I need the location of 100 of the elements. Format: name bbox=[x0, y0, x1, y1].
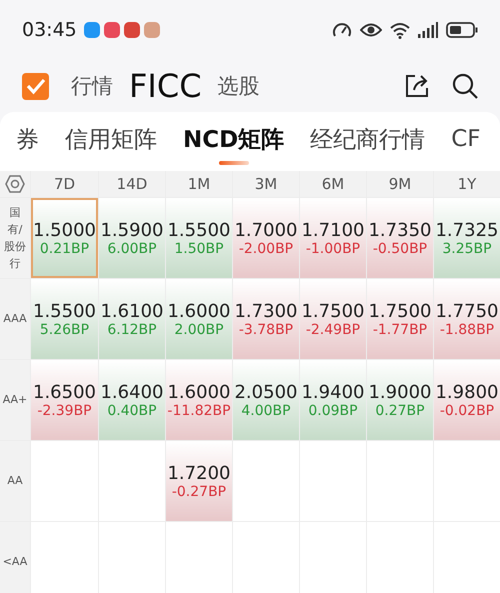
store-app-icon bbox=[104, 22, 120, 38]
quote-cell[interactable]: 1.7325 3.25BP bbox=[434, 198, 500, 278]
rate-value: 1.6100 bbox=[100, 300, 164, 322]
quote-cell[interactable]: 2.0500 4.00BP bbox=[232, 360, 299, 440]
header-tab[interactable]: 行情 bbox=[71, 72, 113, 100]
app-logo-icon[interactable] bbox=[22, 72, 49, 100]
header-tab[interactable]: FICC bbox=[129, 67, 202, 105]
message-app-icon bbox=[84, 22, 100, 38]
column-header: 6M bbox=[300, 171, 366, 197]
row-header-text: 国 bbox=[10, 204, 20, 221]
rate-value: 1.5900 bbox=[100, 220, 164, 240]
battery-icon bbox=[446, 22, 478, 38]
rate-change: 4.00BP bbox=[241, 402, 291, 418]
rate-change: 5.26BP bbox=[40, 322, 90, 338]
chat-app-icon bbox=[144, 22, 160, 38]
rate-value: 1.7325 bbox=[435, 220, 498, 240]
settings-icon[interactable] bbox=[5, 174, 25, 194]
rate-change: -2.39BP bbox=[37, 402, 92, 418]
rate-value: 1.7500 bbox=[301, 300, 364, 322]
rate-change: -2.49BP bbox=[306, 322, 360, 338]
rate-value: 1.7350 bbox=[368, 220, 432, 240]
row-header-text: AA bbox=[7, 473, 23, 490]
column-header: 9M bbox=[366, 171, 433, 197]
quote-cell[interactable]: 1.7000 -2.00BP bbox=[232, 198, 299, 278]
rate-change: -1.88BP bbox=[440, 322, 494, 338]
rate-change: 3.25BP bbox=[442, 240, 492, 256]
quote-cell[interactable]: 1.7100 -1.00BP bbox=[300, 198, 366, 278]
signal-icon bbox=[418, 22, 438, 38]
category-tab[interactable]: 信用矩阵 bbox=[65, 116, 157, 164]
quote-cell[interactable]: 1.7300 -3.78BP bbox=[232, 279, 299, 359]
column-header: 7D bbox=[31, 171, 98, 197]
quote-cell[interactable]: 1.5900 6.00BP bbox=[98, 198, 165, 278]
row-header-text: AAA bbox=[3, 311, 27, 328]
rate-change: -0.27BP bbox=[172, 484, 226, 500]
rate-value: 1.6400 bbox=[100, 382, 164, 402]
row-header-text: 行 bbox=[10, 256, 20, 272]
rate-change: -0.50BP bbox=[372, 240, 428, 256]
rate-value: 1.6000 bbox=[167, 382, 230, 402]
rate-change: 0.09BP bbox=[308, 402, 358, 418]
category-tab[interactable]: 经纪商行情 bbox=[310, 116, 426, 164]
rate-value: 1.6500 bbox=[33, 382, 96, 402]
quote-cell[interactable]: 1.5500 1.50BP bbox=[166, 198, 232, 278]
rate-value: 1.7750 bbox=[435, 300, 498, 322]
rate-change: 6.12BP bbox=[107, 322, 157, 338]
eye-icon bbox=[360, 22, 382, 38]
rate-value: 1.5000 bbox=[33, 220, 96, 240]
rate-value: 1.7300 bbox=[234, 300, 298, 322]
quote-cell[interactable]: 1.6100 6.12BP bbox=[98, 279, 165, 359]
quote-cell[interactable]: 1.7200 -0.27BP bbox=[166, 441, 232, 521]
quote-cell[interactable]: 1.7350 -0.50BP bbox=[366, 198, 433, 278]
column-header: 1M bbox=[166, 171, 232, 197]
rate-change: -1.77BP bbox=[372, 322, 428, 338]
wifi-icon bbox=[390, 22, 410, 38]
rate-change: 0.21BP bbox=[40, 240, 90, 256]
row-header-text: 有/ bbox=[8, 222, 22, 238]
rate-value: 1.6000 bbox=[167, 300, 230, 322]
rate-value: 1.5500 bbox=[167, 220, 230, 240]
row-header-text: <AA bbox=[2, 554, 28, 570]
rate-change: -11.82BP bbox=[167, 402, 231, 418]
quote-cell[interactable]: 1.9400 0.09BP bbox=[300, 360, 366, 440]
rate-value: 1.9000 bbox=[368, 382, 432, 402]
rate-change: -0.02BP bbox=[440, 402, 494, 418]
rate-change: 6.00BP bbox=[107, 240, 157, 256]
rate-value: 2.0500 bbox=[234, 382, 298, 402]
speedometer-icon bbox=[332, 21, 352, 39]
category-tab[interactable]: CF bbox=[451, 118, 481, 162]
battery-app-icon bbox=[124, 22, 140, 38]
rate-change: 0.40BP bbox=[107, 402, 157, 418]
quote-cell[interactable]: 1.7750 -1.88BP bbox=[434, 279, 500, 359]
rate-value: 1.7500 bbox=[368, 300, 432, 322]
header-tab[interactable]: 选股 bbox=[218, 72, 260, 100]
column-header: 14D bbox=[98, 171, 165, 197]
share-icon[interactable] bbox=[404, 73, 430, 99]
rate-value: 1.9400 bbox=[301, 382, 364, 402]
rate-value: 1.7200 bbox=[167, 462, 230, 484]
column-header: 3M bbox=[232, 171, 299, 197]
column-header: 1Y bbox=[434, 171, 500, 197]
quote-cell[interactable]: 1.6500 -2.39BP bbox=[31, 360, 98, 440]
rate-change: 0.27BP bbox=[375, 402, 425, 418]
rate-change: 2.00BP bbox=[174, 322, 224, 338]
quote-cell[interactable]: 1.5000 0.21BP bbox=[31, 198, 98, 278]
rate-value: 1.7000 bbox=[234, 220, 298, 240]
quote-cell[interactable]: 1.7500 -2.49BP bbox=[300, 279, 366, 359]
quote-cell[interactable]: 1.7500 -1.77BP bbox=[366, 279, 433, 359]
search-icon[interactable] bbox=[452, 73, 478, 99]
quote-cell[interactable]: 1.6400 0.40BP bbox=[98, 360, 165, 440]
rate-value: 1.5500 bbox=[33, 300, 96, 322]
quote-cell[interactable]: 1.6000 2.00BP bbox=[166, 279, 232, 359]
quote-cell[interactable]: 1.5500 5.26BP bbox=[31, 279, 98, 359]
rate-value: 1.7100 bbox=[301, 220, 364, 240]
rate-change: -1.00BP bbox=[306, 240, 360, 256]
rate-change: -3.78BP bbox=[238, 322, 294, 338]
rate-change: -2.00BP bbox=[238, 240, 294, 256]
quote-cell[interactable]: 1.9000 0.27BP bbox=[366, 360, 433, 440]
category-tab[interactable]: NCD矩阵 bbox=[183, 116, 284, 164]
rate-change: 1.50BP bbox=[174, 240, 224, 256]
quote-cell[interactable]: 1.9800 -0.02BP bbox=[434, 360, 500, 440]
quote-cell[interactable]: 1.6000 -11.82BP bbox=[166, 360, 232, 440]
status-time: 03:45 bbox=[22, 19, 77, 41]
category-tab[interactable]: 券 bbox=[16, 116, 39, 164]
